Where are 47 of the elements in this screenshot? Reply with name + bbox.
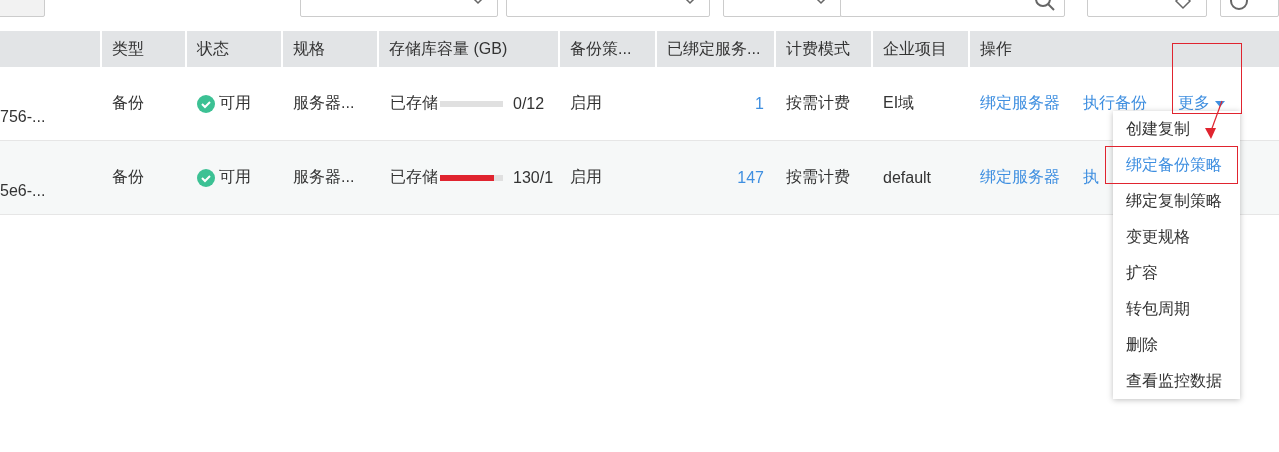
- check-circle-icon: [197, 168, 215, 187]
- caret-icon: [1215, 99, 1225, 108]
- stored-label: 已存储: [390, 93, 438, 113]
- column-header: 企业项目: [883, 38, 947, 59]
- column-header: 状态: [197, 38, 229, 59]
- table-cell-text: 服务器...: [293, 167, 355, 187]
- table-cell: 756-...: [0, 108, 46, 126]
- table-cell-text: EI域: [883, 93, 915, 113]
- column-header: 计费模式: [786, 38, 850, 59]
- table-cell-text: 启用: [570, 93, 602, 113]
- action-link[interactable]: 绑定服务器: [980, 93, 1060, 114]
- column-header: 操作: [980, 38, 1012, 59]
- table-cell-text: 按需计费: [786, 167, 850, 187]
- status-text: 可用: [219, 93, 251, 113]
- table-cell-text: 服务器...: [293, 93, 355, 113]
- menu-item[interactable]: 删除: [1113, 327, 1240, 363]
- column-header: 类型: [112, 38, 144, 59]
- column-header: 备份策...: [570, 38, 632, 59]
- table-cell: default: [883, 168, 932, 187]
- table-cell-text: 按需计费: [786, 93, 850, 113]
- menu-item[interactable]: 绑定备份策略: [1106, 147, 1237, 183]
- server-count-link[interactable]: 1: [755, 94, 764, 113]
- column-header: 已绑定服务...: [667, 38, 761, 59]
- menu-item[interactable]: 查看监控数据: [1113, 363, 1240, 399]
- action-link[interactable]: 绑定服务器: [980, 167, 1060, 188]
- status-text: 可用: [219, 167, 251, 187]
- column-header: 存储库容量 (GB): [389, 38, 508, 59]
- table-cell-text: 启用: [570, 167, 602, 187]
- stored-label: 已存储: [390, 167, 438, 187]
- check-circle-icon: [197, 94, 215, 113]
- more-link[interactable]: 更多: [1178, 93, 1225, 114]
- highlight-frame: [1172, 43, 1242, 114]
- column-header: 规格: [293, 38, 325, 59]
- usage-text: 0/12: [513, 94, 545, 113]
- action-link[interactable]: 执: [1083, 167, 1099, 188]
- usage-text: 130/1: [513, 168, 554, 187]
- menu-item[interactable]: 绑定复制策略: [1113, 183, 1240, 219]
- menu-item[interactable]: 转包周期: [1113, 291, 1240, 327]
- action-link[interactable]: 执行备份: [1083, 93, 1147, 114]
- menu-item[interactable]: 变更规格: [1113, 219, 1240, 255]
- table-cell-text: 备份: [112, 167, 144, 187]
- menu-item[interactable]: 扩容: [1113, 255, 1240, 291]
- server-count-link[interactable]: 147: [737, 168, 764, 187]
- usage-track: [440, 100, 503, 107]
- table-cell-text: 备份: [112, 93, 144, 113]
- menu-item[interactable]: 创建复制: [1113, 111, 1240, 147]
- table-cell: 5e6-...: [0, 182, 46, 200]
